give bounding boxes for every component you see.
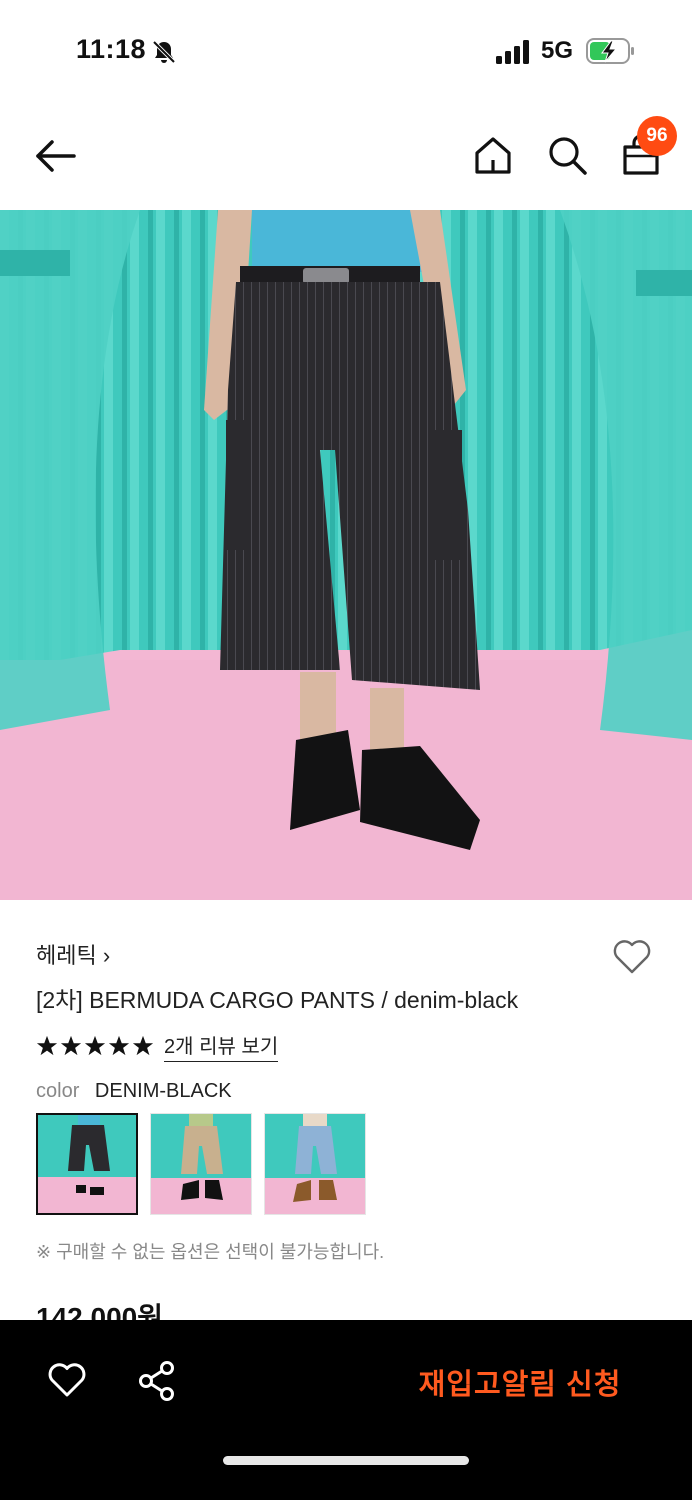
star-icon [132,1035,154,1056]
star-icon [84,1035,106,1056]
product-title: [2차] BERMUDA CARGO PANTS / denim-black [36,987,519,1013]
top-nav [0,100,692,210]
star-icon [60,1035,82,1056]
star-icon [108,1035,130,1056]
restock-alert-button[interactable]: 재입고알림 신청 [400,1354,640,1410]
swatch-denim-black[interactable] [36,1113,138,1215]
cart-count-badge: 96 [637,116,677,156]
battery-charging-icon [586,38,634,64]
heart-icon[interactable] [611,936,653,976]
home-indicator[interactable] [223,1456,469,1465]
product-image[interactable] [0,210,692,900]
color-value: DENIM-BLACK [94,1080,232,1102]
swatch-beige[interactable] [150,1113,252,1215]
star-icon [36,1035,58,1056]
color-label: color [36,1080,80,1102]
swatch-denim-blue[interactable] [264,1113,366,1215]
back-arrow-icon[interactable] [34,136,78,176]
brand-link[interactable]: 헤레틱 › [36,938,110,970]
network-label: 5G [541,37,574,64]
color-row: color DENIM-BLACK [36,1080,232,1103]
bottom-action-bar: 재입고알림 신청 [0,1320,692,1500]
signal-icon [496,40,529,64]
search-icon[interactable] [546,134,588,176]
status-time: 11:18 [76,34,147,64]
rating-row: 2개 리뷰 보기 [36,1030,279,1062]
bell-slash-icon [152,40,176,64]
home-icon[interactable] [472,134,514,176]
share-icon[interactable] [136,1360,178,1402]
option-notice: ※ 구매할 수 없는 옵션은 선택이 불가능합니다. [36,1242,385,1262]
heart-icon[interactable] [47,1360,87,1400]
status-bar: 11:18 5G [0,0,692,100]
review-link[interactable]: 2개 리뷰 보기 [164,1030,279,1062]
color-swatches [36,1113,366,1215]
